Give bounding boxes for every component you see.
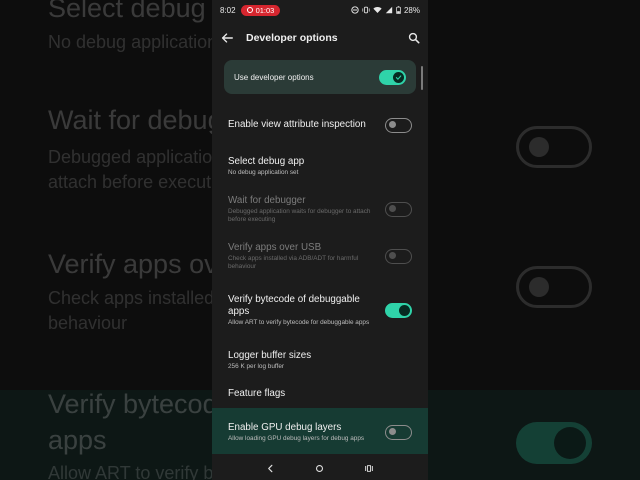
setting-subtitle: Debugged application waits for debugger … — [228, 207, 371, 223]
nav-recents-icon[interactable] — [364, 464, 374, 473]
status-icons: 28% — [351, 6, 420, 15]
setting-select-debug-app[interactable]: Select debug app No debug application se… — [212, 154, 428, 178]
setting-title: Enable view attribute inspection — [228, 119, 366, 130]
bg-verify-toggle — [516, 266, 592, 308]
navigation-bar — [212, 456, 428, 480]
setting-enable-gpu-debug-layers[interactable]: Enable GPU debug layers Allow loading GP… — [212, 417, 428, 447]
battery-percent: 28% — [403, 5, 420, 15]
bg-bytecode-toggle — [516, 422, 592, 464]
use-developer-options-label: Use developer options — [234, 72, 314, 82]
page-title: Developer options — [246, 32, 338, 44]
bg-wait-sub-2: attach before executing — [48, 172, 236, 192]
bg-wait-toggle — [516, 126, 592, 168]
setting-subtitle: No debug application set — [228, 168, 299, 176]
setting-title: Wait for debugger — [228, 194, 306, 206]
setting-title: Select debug app — [228, 155, 305, 167]
phone-screen: 8:02 01:03 28% Developer options Use dev… — [212, 0, 428, 480]
recording-timer: 01:03 — [255, 5, 275, 15]
search-icon[interactable] — [408, 32, 420, 44]
setting-verify-bytecode[interactable]: Verify bytecode of debuggable apps Allow… — [212, 289, 428, 331]
status-bar: 8:02 01:03 28% — [212, 0, 428, 20]
check-icon — [395, 74, 402, 80]
wifi-icon — [373, 7, 382, 13]
back-arrow-icon[interactable] — [220, 31, 234, 45]
signal-icon — [385, 6, 393, 14]
use-developer-options-toggle[interactable] — [379, 69, 406, 85]
dnd-icon — [351, 6, 359, 14]
setting-subtitle: Check apps installed via ADB/ADT for har… — [228, 254, 359, 270]
bg-verify-sub-2: behaviour — [48, 313, 128, 333]
setting-title: Verify apps over USB — [228, 241, 322, 253]
setting-view-attribute-inspection[interactable]: Enable view attribute inspection — [212, 112, 428, 138]
verify-bytecode-toggle[interactable] — [385, 302, 412, 318]
gpu-debug-layers-toggle[interactable] — [385, 424, 412, 440]
bg-bytecode-title-2: apps — [48, 425, 107, 455]
status-time: 8:02 — [220, 5, 236, 15]
wait-for-debugger-toggle — [385, 201, 412, 217]
setting-title: Enable GPU debug layers — [228, 421, 342, 433]
app-toolbar: Developer options — [212, 24, 428, 52]
setting-subtitle: Allow loading GPU debug layers for debug… — [228, 434, 365, 442]
setting-subtitle: Allow ART to verify bytecode for debugga… — [228, 318, 370, 326]
setting-subtitle: 256 K per log buffer — [228, 362, 285, 370]
verify-apps-over-usb-toggle — [385, 248, 412, 264]
use-developer-options-card[interactable]: Use developer options — [224, 60, 416, 94]
nav-back-icon[interactable] — [266, 464, 275, 473]
scrollbar-thumb[interactable] — [421, 66, 423, 90]
setting-feature-flags[interactable]: Feature flags — [212, 387, 428, 401]
vibrate-icon — [362, 6, 370, 14]
setting-title: Feature flags — [228, 388, 286, 399]
nav-home-icon[interactable] — [315, 464, 324, 473]
battery-icon — [396, 6, 401, 14]
setting-title: Verify bytecode of debuggable apps — [228, 293, 360, 317]
setting-logger-buffer-sizes[interactable]: Logger buffer sizes 256 K per log buffer — [212, 348, 428, 372]
setting-wait-for-debugger: Wait for debugger Debugged application w… — [212, 194, 428, 224]
setting-verify-apps-over-usb: Verify apps over USB Check apps installe… — [212, 241, 428, 271]
setting-title: Logger buffer sizes — [228, 349, 312, 361]
recording-pill[interactable]: 01:03 — [240, 4, 281, 16]
record-icon — [246, 7, 253, 13]
view-attribute-inspection-toggle[interactable] — [385, 117, 412, 133]
